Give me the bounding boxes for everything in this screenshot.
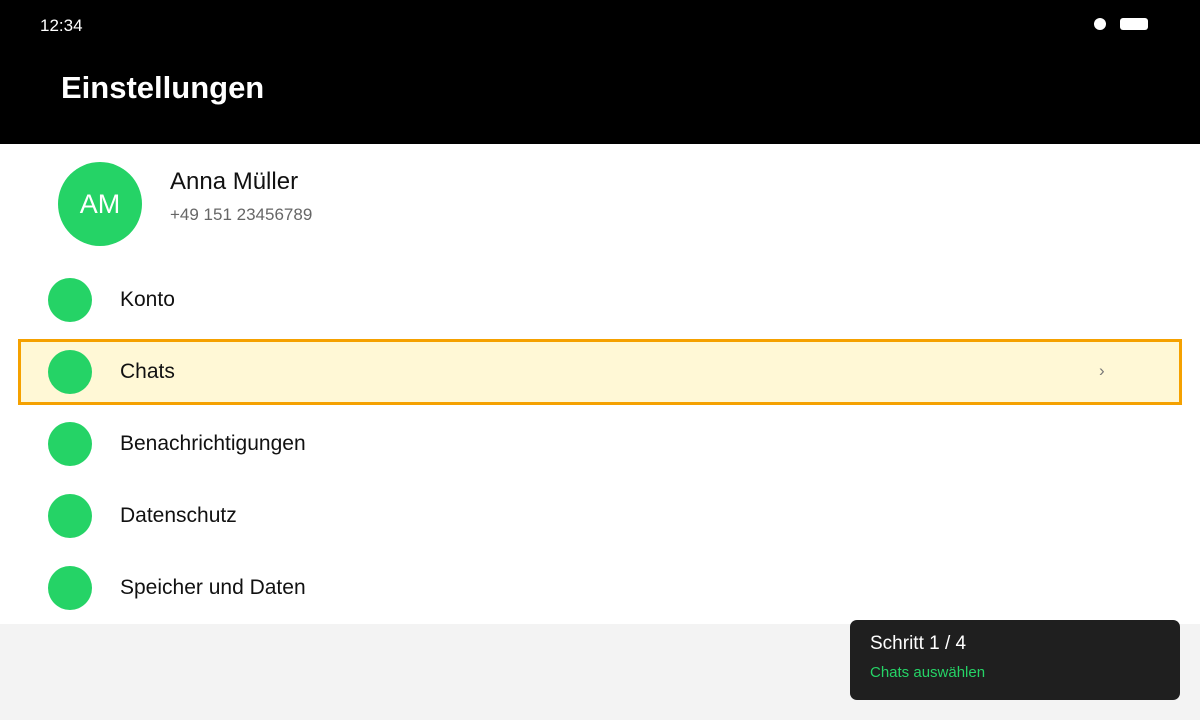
status-time: 12:34 (40, 16, 83, 35)
menu-item-label: Speicher und Daten (120, 576, 306, 599)
menu-item-label: Datenschutz (120, 504, 237, 527)
battery-icon (1120, 18, 1148, 30)
notifications-icon (48, 422, 92, 466)
profile-phone: +49 151 23456789 (170, 205, 313, 224)
settings-screen: 12:34 Einstellungen AM Anna Müller +49 1… (0, 0, 1200, 720)
menu-item-konto[interactable]: Konto (0, 264, 1200, 336)
page-title: Einstellungen (61, 70, 265, 105)
avatar[interactable]: AM (58, 162, 142, 246)
menu-item-label: Konto (120, 288, 175, 311)
settings-list: AM Anna Müller +49 151 23456789 Konto Ch… (0, 144, 1200, 624)
profile-row[interactable]: AM Anna Müller +49 151 23456789 (0, 144, 1200, 260)
menu-item-label: Benachrichtigungen (120, 432, 306, 455)
menu-item-datenschutz[interactable]: Datenschutz (0, 480, 1200, 552)
signal-icon (1094, 18, 1106, 30)
profile-name: Anna Müller (170, 168, 299, 195)
menu-item-chats[interactable]: Chats › (18, 339, 1182, 405)
account-icon (48, 278, 92, 322)
menu-item-benachrichtigungen[interactable]: Benachrichtigungen (0, 408, 1200, 480)
menu-item-label: Chats (120, 360, 175, 383)
chevron-right-icon: › (1099, 361, 1105, 380)
chats-icon (48, 350, 92, 394)
privacy-icon (48, 494, 92, 538)
app-header: 12:34 Einstellungen (0, 0, 1200, 144)
tutorial-hint: Chats auswählen (870, 664, 986, 681)
tutorial-toast: Schritt 1 / 4 Chats auswählen (850, 620, 1180, 700)
tutorial-step: Schritt 1 / 4 (870, 633, 967, 654)
menu-item-speicher-und-daten[interactable]: Speicher und Daten (0, 552, 1200, 624)
storage-icon (48, 566, 92, 610)
